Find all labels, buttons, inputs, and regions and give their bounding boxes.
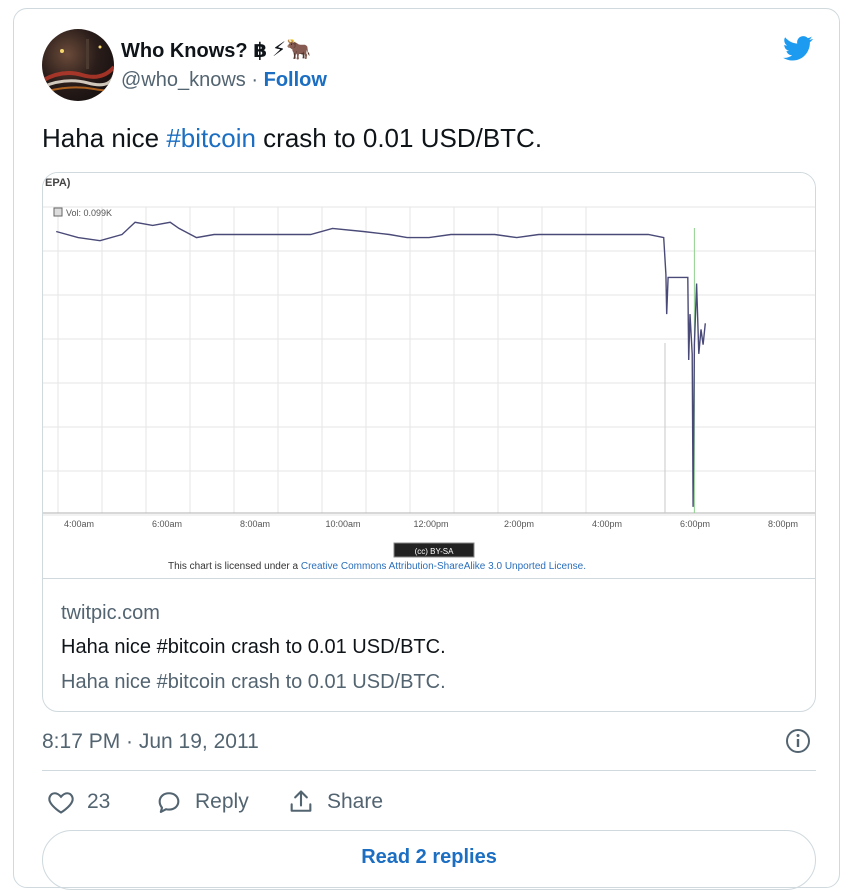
link-card[interactable]: EPA) Vol: 0.099K 4:00am 6:00am 8:00am 10:00am… [42,172,816,712]
tweet-text-before: Haha nice [42,123,167,153]
tweet-timestamp[interactable]: 8:17 PM · Jun 19, 2011 [42,730,259,754]
reply-label: Reply [195,790,249,813]
license-text: This chart is licensed under a Creative … [168,561,586,572]
tweet-text: Haha nice #bitcoin crash to 0.01 USD/BTC… [42,123,542,154]
hashtag-link[interactable]: #bitcoin [166,123,256,153]
x-tick-label: 4:00pm [592,519,622,529]
x-tick-label: 8:00am [240,519,270,529]
handle-row: @who_knows · Follow [121,69,327,92]
x-tick-label: 6:00pm [680,519,710,529]
x-tick-label: 4:00am [64,519,94,529]
chart-image: EPA) Vol: 0.099K 4:00am 6:00am 8:00am 10:00am… [43,173,815,578]
share-button[interactable]: Share [287,787,383,817]
tweet-card: Who Knows? ฿ ⚡🐂 @who_knows · Follow Haha… [13,8,840,890]
tweet-text-after: crash to 0.01 USD/BTC. [255,123,543,153]
legend-swatch [53,207,63,217]
x-tick-label: 2:00pm [504,519,534,529]
x-tick-label: 12:00pm [413,519,448,529]
card-description: Haha nice #bitcoin crash to 0.01 USD/BTC… [61,671,446,693]
card-domain: twitpic.com [61,602,160,624]
likes-count: 23 [87,790,111,813]
reply-button[interactable]: Reply [155,787,249,817]
x-tick-label: 10:00am [325,519,360,529]
author-handle[interactable]: @who_knows [121,69,246,91]
avatar[interactable] [42,29,114,101]
info-icon[interactable] [784,727,812,755]
heart-icon [48,792,74,814]
reply-bubble-icon [158,792,180,813]
share-label: Share [327,790,384,813]
license-badge-text: (cc) BY-SA [415,547,454,556]
x-tick-label: 8:00pm [768,519,798,529]
series-line-0 [56,221,706,507]
license-link[interactable]: Creative Commons Attribution-ShareAlike … [301,561,586,572]
chart-header-label: EPA) [45,177,71,189]
like-button[interactable]: 23 [47,787,110,817]
read-replies-button[interactable]: Read 2 replies [42,830,816,890]
twitter-bird-icon[interactable] [780,33,816,63]
card-title: Haha nice #bitcoin crash to 0.01 USD/BTC… [61,636,446,658]
card-footer: twitpic.com Haha nice #bitcoin crash to … [43,578,815,711]
legend-label: Vol: 0.099K [66,208,112,218]
x-tick-label: 6:00am [152,519,182,529]
price-chart: EPA) Vol: 0.099K 4:00am 6:00am 8:00am 10:00am… [43,177,815,572]
author-name[interactable]: Who Knows? ฿ [121,38,267,63]
share-icon [290,790,312,812]
author-emoji: ⚡🐂 [272,39,311,61]
separator-dot: · [251,69,259,91]
divider [42,770,816,771]
follow-button[interactable]: Follow [264,69,327,91]
